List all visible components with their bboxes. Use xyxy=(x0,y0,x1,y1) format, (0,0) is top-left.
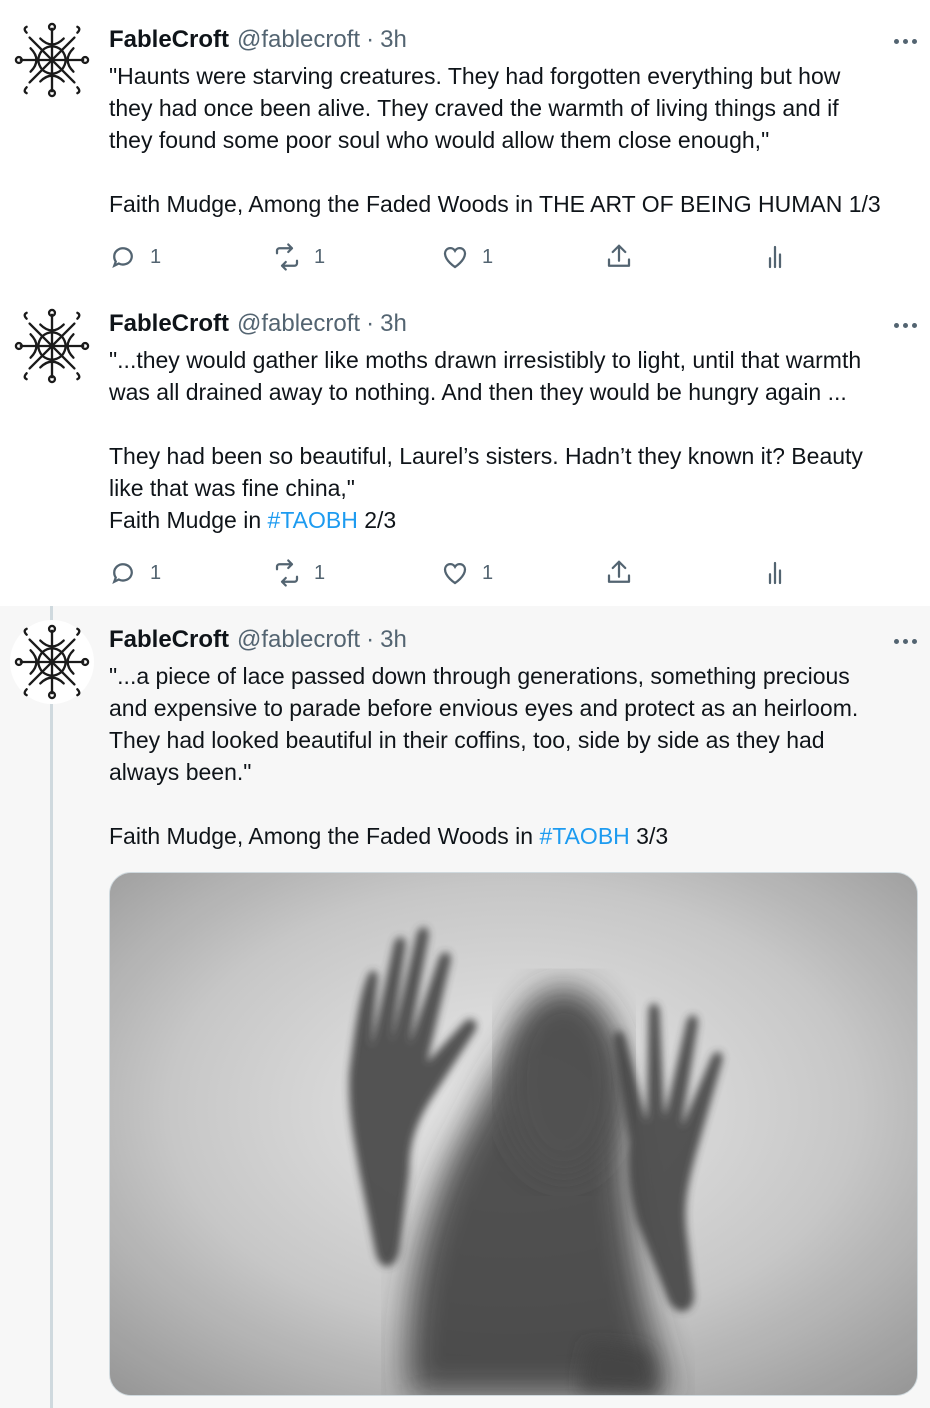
text-line: "...a piece of lace passed down through … xyxy=(109,663,850,689)
thread-connector-line xyxy=(50,606,53,1408)
reply-button[interactable]: 1 xyxy=(108,553,161,593)
heart-icon xyxy=(443,562,467,585)
text-line: They had looked beautiful in their coffi… xyxy=(109,727,825,753)
text-line: was all drained away to nothing. And the… xyxy=(109,379,847,405)
author-handle[interactable]: @fablecroft xyxy=(237,626,360,654)
avatar[interactable] xyxy=(10,18,94,102)
text-fragment: 2/3 xyxy=(357,507,397,533)
text-fragment: Faith Mudge in xyxy=(109,507,268,533)
tweet-1[interactable]: FableCroft @fablecroft · 3h "Haunts were… xyxy=(0,0,930,290)
tweet-header: FableCroft @fablecroft · 3h xyxy=(109,308,407,340)
analytics-icon xyxy=(768,561,782,585)
text-line: "Haunts were starving creatures. They ha… xyxy=(109,63,841,89)
tweet-text: "...a piece of lace passed down through … xyxy=(109,660,917,852)
retweet-button[interactable]: 1 xyxy=(272,553,325,593)
tweet-header: FableCroft @fablecroft · 3h xyxy=(109,624,407,656)
share-icon xyxy=(607,244,631,267)
retweet-icon xyxy=(275,243,299,271)
like-button[interactable]: 1 xyxy=(440,553,493,593)
author-handle[interactable]: @fablecroft xyxy=(237,26,360,54)
retweet-icon xyxy=(275,559,299,587)
reply-count: 1 xyxy=(150,561,162,584)
timestamp[interactable]: 3h xyxy=(380,310,407,338)
reply-icon xyxy=(112,563,133,585)
more-icon[interactable] xyxy=(888,315,922,335)
hashtag-link[interactable]: #TAOBH xyxy=(539,823,629,849)
tweet-text: "...they would gather like moths drawn i… xyxy=(109,344,917,536)
like-button[interactable]: 1 xyxy=(440,237,493,277)
tweet-actions: 1 1 1 xyxy=(100,237,820,277)
hashtag-link[interactable]: #TAOBH xyxy=(268,507,358,533)
reply-count: 1 xyxy=(150,245,162,268)
separator: · xyxy=(366,26,375,53)
analytics-button[interactable] xyxy=(760,237,790,277)
reply-button[interactable]: 1 xyxy=(108,237,161,277)
text-line: they found some poor soul who would allo… xyxy=(109,127,770,153)
separator: · xyxy=(366,310,375,337)
text-line: Faith Mudge, Among the Faded Woods in TH… xyxy=(109,191,881,217)
text-fragment: Faith Mudge, Among the Faded Woods in xyxy=(109,823,540,849)
celtic-knot-logo-icon xyxy=(14,308,90,384)
retweet-count: 1 xyxy=(314,561,326,584)
text-line: like that was fine china," xyxy=(109,475,355,501)
heart-icon xyxy=(443,246,467,269)
retweet-button[interactable]: 1 xyxy=(272,237,325,277)
author-name[interactable]: FableCroft xyxy=(109,26,229,54)
tweet-header: FableCroft @fablecroft · 3h xyxy=(109,24,407,56)
text-line: always been." xyxy=(109,759,252,785)
avatar[interactable] xyxy=(10,620,94,704)
avatar[interactable] xyxy=(10,304,94,388)
author-name[interactable]: FableCroft xyxy=(109,626,229,654)
like-count: 1 xyxy=(482,561,494,584)
text-line: They had been so beautiful, Laurel’s sis… xyxy=(109,443,863,469)
celtic-knot-logo-icon xyxy=(14,22,90,98)
ghostly-hands-photo xyxy=(110,873,917,1395)
timestamp[interactable]: 3h xyxy=(380,626,407,654)
share-button[interactable] xyxy=(604,553,634,593)
text-line: Faith Mudge in #TAOBH 2/3 xyxy=(109,507,396,533)
tweet-actions: 1 1 1 xyxy=(100,553,820,593)
text-line: "...they would gather like moths drawn i… xyxy=(109,347,862,373)
celtic-knot-logo-icon xyxy=(14,624,90,700)
timestamp[interactable]: 3h xyxy=(380,26,407,54)
text-fragment: 3/3 xyxy=(629,823,669,849)
tweet-text: "Haunts were starving creatures. They ha… xyxy=(109,60,917,220)
analytics-button[interactable] xyxy=(760,553,790,593)
retweet-count: 1 xyxy=(314,245,326,268)
more-icon[interactable] xyxy=(888,631,922,651)
text-line: they had once been alive. They craved th… xyxy=(109,95,839,121)
reply-icon xyxy=(112,247,133,269)
tweet-media-image[interactable] xyxy=(109,872,918,1396)
share-button[interactable] xyxy=(604,237,634,277)
like-count: 1 xyxy=(482,245,494,268)
separator: · xyxy=(366,626,375,653)
analytics-icon xyxy=(768,245,782,269)
text-line: and expensive to parade before envious e… xyxy=(109,695,859,721)
author-handle[interactable]: @fablecroft xyxy=(237,310,360,338)
more-icon[interactable] xyxy=(888,31,922,51)
share-icon xyxy=(607,560,631,583)
author-name[interactable]: FableCroft xyxy=(109,310,229,338)
text-line: Faith Mudge, Among the Faded Woods in #T… xyxy=(109,823,668,849)
